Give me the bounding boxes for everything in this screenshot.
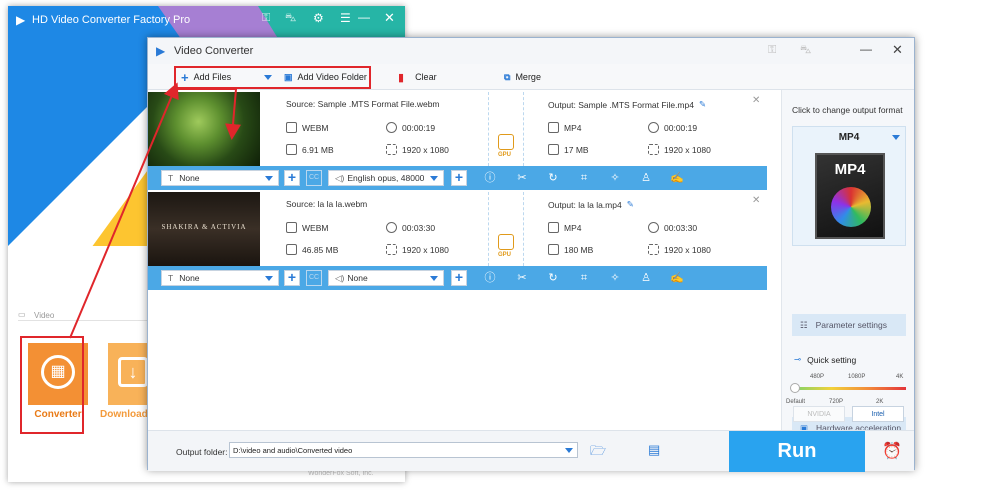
cart-icon[interactable]: ⛍ <box>285 12 296 26</box>
main-app-titlebar: ▶ HD Video Converter Factory Pro ⚿ ⛍ ⚙ ☰… <box>8 6 405 34</box>
annotation-arrows <box>69 82 241 339</box>
key-icon[interactable]: ⚿ <box>262 12 270 25</box>
close-button[interactable]: ✕ <box>384 10 395 26</box>
settings-icon[interactable]: ⚙ <box>313 11 324 25</box>
menu-icon[interactable]: ☰ <box>340 11 351 25</box>
arrow-to-thumbnail <box>225 88 241 140</box>
arrow-to-add-files <box>69 82 179 339</box>
main-app-title: HD Video Converter Factory Pro <box>32 14 191 26</box>
minimize-button[interactable]: — <box>358 10 370 24</box>
app-logo-icon: ▶ <box>16 13 26 27</box>
